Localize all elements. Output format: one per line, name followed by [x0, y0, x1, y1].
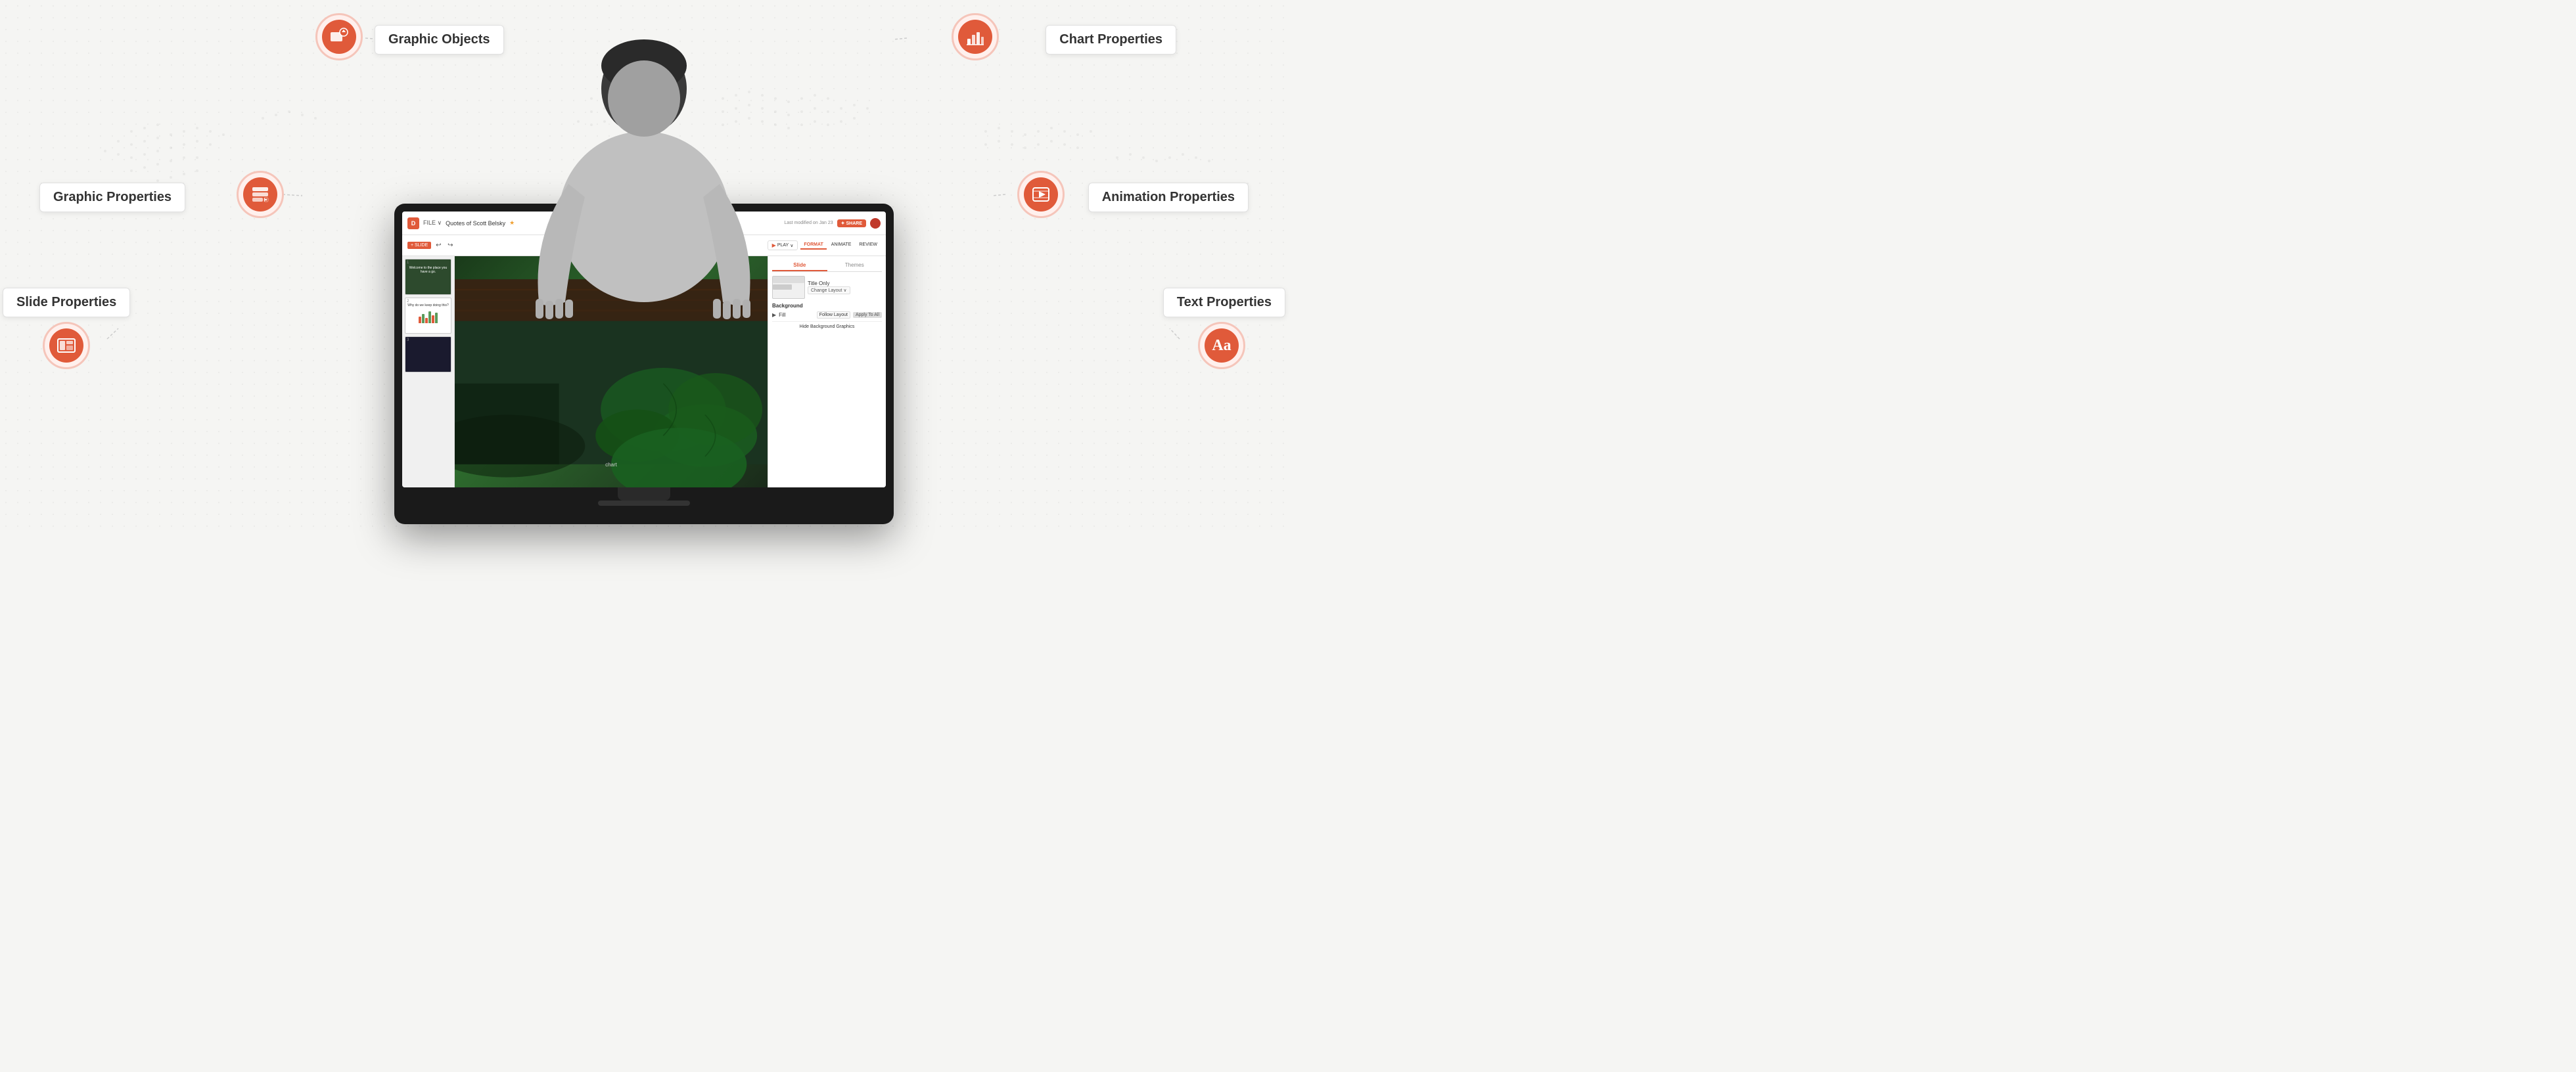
text-icon: T: [563, 238, 574, 248]
monitor-stand: [618, 487, 670, 501]
chart-icon: 📊: [631, 238, 643, 248]
main-content-area: 1 Welcome to the place you have a go. 2 …: [402, 256, 886, 487]
insert-chart-tool[interactable]: 📊 Chart: [631, 238, 643, 252]
right-properties-panel: Slide Themes Title Only Change Layout ∨: [768, 256, 886, 487]
slide-number-1: 1: [407, 261, 409, 265]
hide-background-label: Hide Background Graphics: [800, 324, 855, 329]
undo-icon[interactable]: ↩: [434, 241, 443, 250]
chart-properties-icon-container: [952, 13, 999, 60]
redo-icon[interactable]: ↪: [446, 241, 455, 250]
slide-thumbnail-3[interactable]: 3: [405, 336, 451, 372]
slide-panel: 1 Welcome to the place you have a go. 2 …: [402, 256, 455, 487]
insert-toolbar: + SLIDE ↩ ↪ T Text ⬜ Image ◯ S: [402, 235, 886, 256]
insert-tools: T Text ⬜ Image ◯ Shape ⊞ Table: [563, 238, 660, 252]
fill-dropdown[interactable]: Follow Layout: [817, 311, 850, 319]
monitor-container: D FILE ∨ Quotes of Scott Belsky ★ Last m…: [394, 204, 894, 524]
slide-2-title: Why do we keep doing this?: [407, 300, 449, 307]
fill-label: Fill: [779, 312, 814, 318]
document-title: Quotes of Scott Belsky: [446, 220, 505, 227]
slide-number-3: 3: [407, 338, 409, 342]
tab-format[interactable]: FORMAT: [800, 241, 826, 250]
panel-tab-slide[interactable]: Slide: [772, 260, 827, 271]
slide-thumbnail-1[interactable]: 1 Welcome to the place you have a go.: [405, 259, 451, 295]
layout-row: Title Only Change Layout ∨: [772, 276, 882, 299]
text-properties-label: Text Properties: [1163, 288, 1285, 317]
slide-number-2: 2: [407, 300, 409, 303]
text-properties-icon-container: Aa: [1198, 322, 1245, 369]
panel-tabs: Slide Themes: [772, 260, 882, 272]
slide-properties-icon: [49, 328, 83, 363]
graphic-objects-icon-container: [315, 13, 363, 60]
bar-2: [422, 314, 425, 323]
tab-animate[interactable]: ANIMATE: [828, 241, 855, 250]
insert-shape-tool[interactable]: ◯ Shape: [597, 238, 609, 252]
slide-canvas[interactable]: chart: [455, 256, 768, 487]
chart-label: chart: [605, 462, 617, 468]
format-tabs: FORMAT ANIMATE REVIEW: [800, 241, 881, 250]
animation-properties-label: Animation Properties: [1088, 183, 1249, 212]
share-button[interactable]: ✦ SHARE: [837, 219, 866, 227]
bar-3: [425, 318, 428, 323]
shape-icon: ◯: [597, 238, 609, 248]
graphic-properties-label: Graphic Properties: [39, 183, 185, 212]
slide-thumbnail-2[interactable]: 2 Why do we keep doing this?: [405, 298, 451, 334]
last-modified: Last modified on Jan 23: [784, 221, 833, 225]
text-properties-icon: Aa: [1205, 328, 1239, 363]
graphic-properties-icon: [243, 177, 277, 212]
slide-background: chart: [455, 256, 768, 487]
graphic-properties-icon-container: [237, 171, 284, 218]
monitor-base: [598, 501, 690, 506]
insert-table-tool[interactable]: ⊞ Table: [614, 238, 626, 252]
hide-background-row: Hide Background Graphics: [772, 321, 882, 329]
bar-5: [432, 315, 434, 323]
user-avatar: [870, 218, 881, 229]
background-section-title: Background: [772, 303, 882, 309]
chart-properties-icon: [958, 20, 992, 54]
bar-1: [419, 317, 421, 323]
slide-properties-icon-container: [43, 322, 90, 369]
forest-svg: [455, 256, 768, 487]
layout-name: Title Only: [808, 280, 850, 286]
play-icon: ▶: [772, 242, 776, 248]
media-icon: ▶: [648, 238, 660, 248]
image-icon: ⬜: [580, 238, 591, 248]
fill-row: ▶ Fill Follow Layout Apply To All: [772, 311, 882, 319]
fill-arrow: ▶: [772, 312, 776, 318]
slide-properties-label: Slide Properties: [3, 288, 130, 317]
layout-thumbnail: [772, 276, 805, 299]
panel-tab-themes[interactable]: Themes: [827, 260, 883, 271]
slide-1-text: Welcome to the place you have a go.: [407, 261, 449, 274]
app-logo: D: [407, 217, 419, 229]
table-icon: ⊞: [614, 238, 626, 248]
bar-6: [435, 313, 438, 323]
chart-properties-label: Chart Properties: [1046, 25, 1176, 55]
insert-image-tool[interactable]: ⬜ Image: [580, 238, 591, 252]
change-layout-button[interactable]: Change Layout ∨: [808, 286, 850, 294]
background-section: Background ▶ Fill Follow Layout Apply To…: [772, 303, 882, 329]
play-button[interactable]: ▶ PLAY ∨: [768, 240, 798, 250]
bar-4: [428, 311, 431, 323]
monitor-screen: D FILE ∨ Quotes of Scott Belsky ★ Last m…: [402, 212, 886, 487]
apply-to-all-button[interactable]: Apply To All: [853, 312, 882, 318]
star-icon[interactable]: ★: [509, 219, 515, 227]
monitor-outer: D FILE ∨ Quotes of Scott Belsky ★ Last m…: [394, 204, 894, 524]
add-slide-button[interactable]: + SLIDE: [407, 242, 431, 249]
animation-properties-icon: [1024, 177, 1058, 212]
insert-text-tool[interactable]: T Text: [563, 238, 574, 252]
file-menu[interactable]: FILE ∨: [423, 219, 442, 227]
graphic-objects-icon: [322, 20, 356, 54]
slide-2-chart: [419, 310, 438, 323]
insert-media-tool[interactable]: ▶ Media: [648, 238, 660, 252]
graphic-objects-label: Graphic Objects: [375, 25, 504, 55]
animation-properties-icon-container: [1017, 171, 1065, 218]
main-toolbar: D FILE ∨ Quotes of Scott Belsky ★ Last m…: [402, 212, 886, 235]
tab-review[interactable]: REVIEW: [856, 241, 881, 250]
